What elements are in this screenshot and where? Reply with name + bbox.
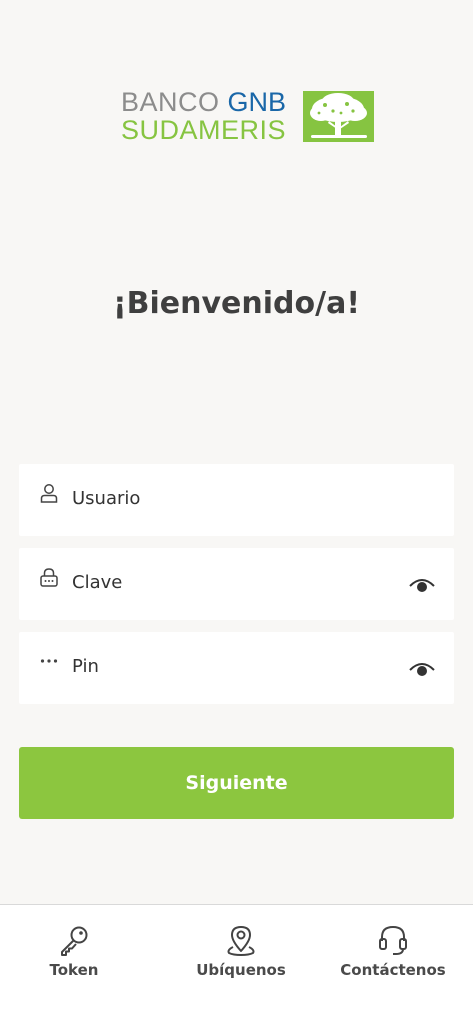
user-icon xyxy=(40,484,58,503)
oak-tree-icon xyxy=(303,91,374,142)
usuario-label: Usuario xyxy=(72,488,141,509)
nav-label-token: Token xyxy=(49,961,99,979)
map-pin-icon xyxy=(227,926,255,957)
key-icon xyxy=(61,926,88,956)
logo-text: BANCO GNB SUDAMERIS xyxy=(121,88,286,144)
welcome-title: ¡Bienvenido/a! xyxy=(112,286,361,321)
bottom-nav: Token Ubíquenos Contáctenos xyxy=(0,904,473,1024)
logo-word-gnb: GNB xyxy=(227,87,287,117)
dots-icon xyxy=(40,659,58,663)
logo-word-banco: BANCO xyxy=(121,87,220,117)
siguiente-button[interactable]: Siguiente xyxy=(19,747,454,819)
pin-field[interactable]: Pin xyxy=(19,632,454,704)
headset-icon xyxy=(379,925,407,955)
nav-label-ubiquenos: Ubíquenos xyxy=(196,961,286,979)
usuario-field[interactable]: Usuario xyxy=(19,464,454,536)
bank-logo: BANCO GNB SUDAMERIS xyxy=(121,88,376,144)
clave-eye-icon[interactable] xyxy=(408,575,436,595)
nav-item-ubiquenos[interactable]: Ubíquenos xyxy=(171,905,311,1005)
logo-word-sudameris: SUDAMERIS xyxy=(121,115,287,145)
nav-label-contactenos: Contáctenos xyxy=(340,961,446,979)
pin-label: Pin xyxy=(72,656,99,677)
lock-icon xyxy=(40,568,58,587)
pin-eye-icon[interactable] xyxy=(408,659,436,679)
nav-item-contactenos[interactable]: Contáctenos xyxy=(323,905,463,1005)
clave-field[interactable]: Clave xyxy=(19,548,454,620)
clave-label: Clave xyxy=(72,572,123,593)
nav-item-token[interactable]: Token xyxy=(4,905,144,1005)
